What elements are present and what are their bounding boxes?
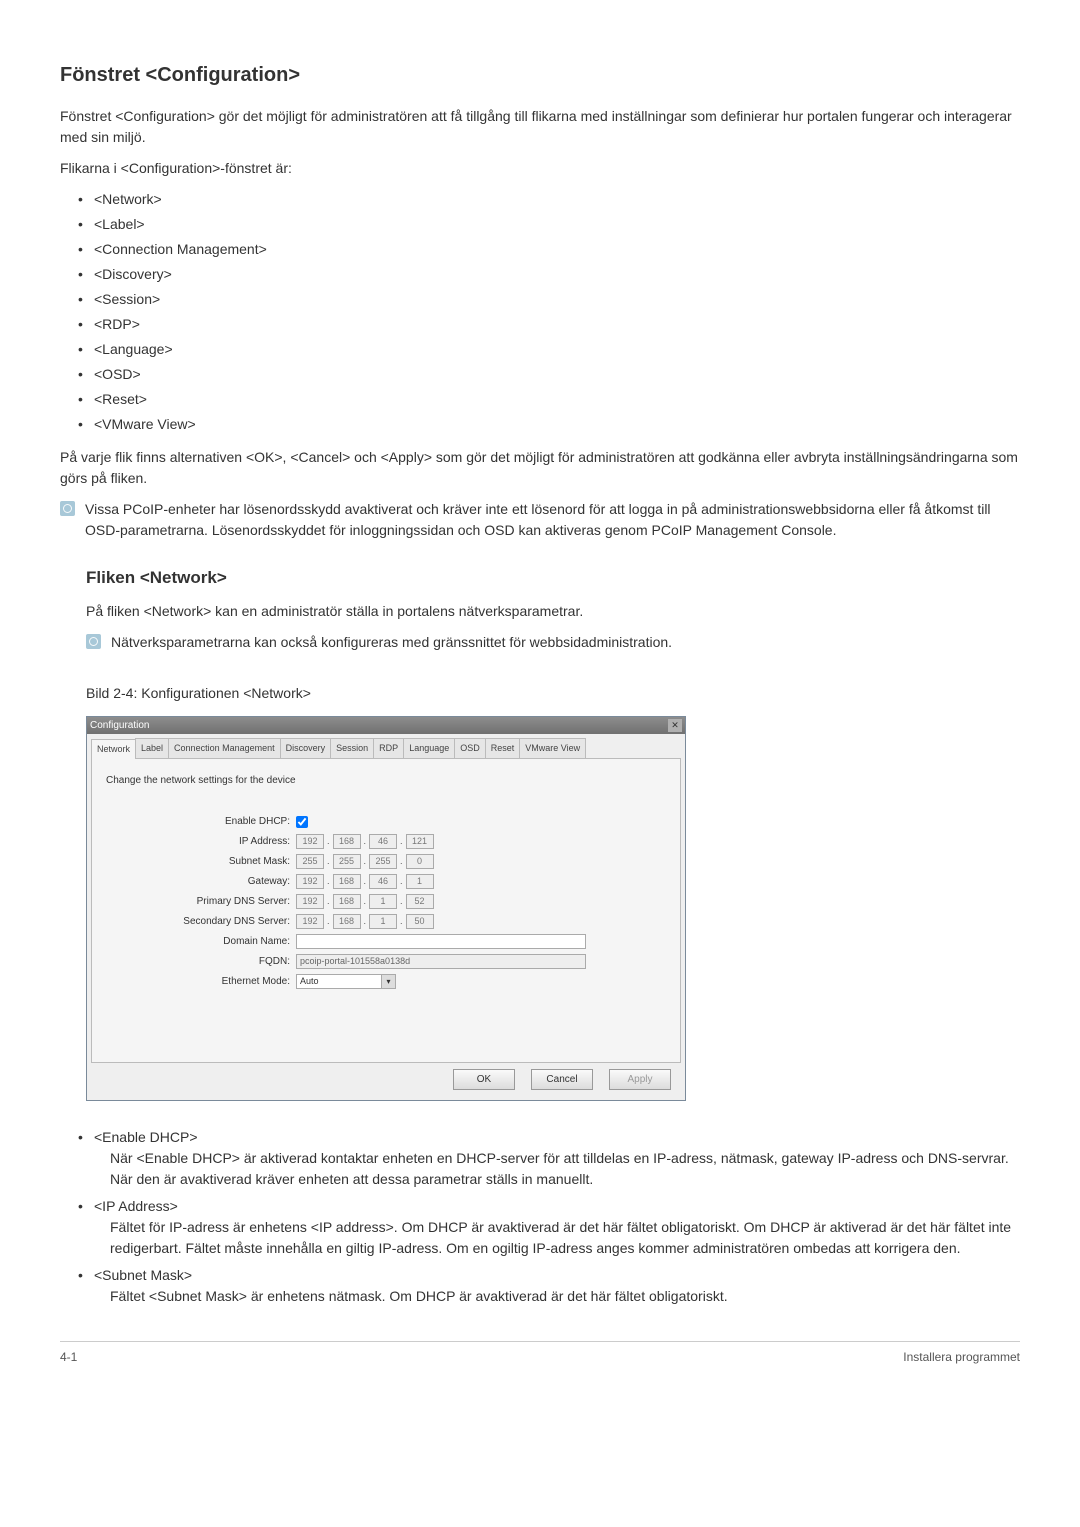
note-text: Vissa PCoIP-enheter har lösenordsskydd a… — [85, 499, 1020, 541]
pdns-octet[interactable]: 1 — [369, 894, 397, 909]
label-enable-dhcp: Enable DHCP: — [106, 814, 296, 829]
dialog-tabs: Network Label Connection Management Disc… — [91, 738, 681, 760]
list-item: <OSD> — [78, 364, 1020, 385]
network-intro: På fliken <Network> kan en administratör… — [86, 601, 1020, 622]
ip-octet[interactable]: 46 — [369, 834, 397, 849]
list-item: <Label> — [78, 214, 1020, 235]
list-item: <Language> — [78, 339, 1020, 360]
subnet-octet[interactable]: 255 — [369, 854, 397, 869]
network-heading: Fliken <Network> — [86, 565, 1020, 591]
tab-network[interactable]: Network — [91, 739, 136, 760]
label-ethernet: Ethernet Mode: — [106, 974, 296, 989]
field-term: <Subnet Mask> — [94, 1265, 1020, 1286]
pdns-octet[interactable]: 52 — [406, 894, 434, 909]
tab-language[interactable]: Language — [403, 738, 455, 759]
footer-right: Installera programmet — [903, 1348, 1020, 1366]
page-title: Fönstret <Configuration> — [60, 60, 1020, 90]
field-term: <IP Address> — [94, 1196, 1020, 1217]
field-desc: Fältet för IP-adress är enhetens <IP add… — [110, 1217, 1020, 1259]
label-pdns: Primary DNS Server: — [106, 894, 296, 909]
label-fqdn: FQDN: — [106, 954, 296, 969]
field-desc: Fältet <Subnet Mask> är enhetens nätmask… — [110, 1286, 1020, 1307]
ethernet-mode-value: Auto — [296, 974, 382, 989]
tabs-list: <Network> <Label> <Connection Management… — [60, 189, 1020, 435]
intro-paragraph-1: Fönstret <Configuration> gör det möjligt… — [60, 106, 1020, 148]
dialog-titlebar: Configuration ✕ — [87, 717, 685, 734]
field-item: <Enable DHCP> När <Enable DHCP> är aktiv… — [78, 1127, 1020, 1190]
label-domain: Domain Name: — [106, 934, 296, 949]
tab-vmware-view[interactable]: VMware View — [519, 738, 586, 759]
enable-dhcp-checkbox[interactable] — [296, 816, 308, 828]
ok-button[interactable]: OK — [453, 1069, 515, 1090]
field-item: <IP Address> Fältet för IP-adress är enh… — [78, 1196, 1020, 1259]
tab-session[interactable]: Session — [330, 738, 374, 759]
subnet-octet[interactable]: 0 — [406, 854, 434, 869]
tab-label[interactable]: Label — [135, 738, 169, 759]
list-item: <Reset> — [78, 389, 1020, 410]
cancel-button[interactable]: Cancel — [531, 1069, 593, 1090]
subnet-octet[interactable]: 255 — [333, 854, 361, 869]
note-icon — [60, 501, 75, 516]
list-item: <Network> — [78, 189, 1020, 210]
pdns-octet[interactable]: 168 — [333, 894, 361, 909]
list-item: <Connection Management> — [78, 239, 1020, 260]
sdns-octet[interactable]: 50 — [406, 914, 434, 929]
sdns-octet[interactable]: 192 — [296, 914, 324, 929]
page-footer: 4-1 Installera programmet — [60, 1341, 1020, 1366]
sdns-octet[interactable]: 168 — [333, 914, 361, 929]
note-icon — [86, 634, 101, 649]
label-ip: IP Address: — [106, 834, 296, 849]
tab-reset[interactable]: Reset — [485, 738, 521, 759]
dialog-description: Change the network settings for the devi… — [106, 773, 666, 788]
pdns-octet[interactable]: 192 — [296, 894, 324, 909]
field-descriptions: <Enable DHCP> När <Enable DHCP> är aktiv… — [60, 1127, 1020, 1307]
configuration-dialog: Configuration ✕ Network Label Connection… — [86, 716, 686, 1102]
domain-name-field[interactable] — [296, 934, 586, 949]
fqdn-field: pcoip-portal-101558a0138d — [296, 954, 586, 969]
gateway-octet[interactable]: 1 — [406, 874, 434, 889]
tab-osd[interactable]: OSD — [454, 738, 486, 759]
ip-octet[interactable]: 121 — [406, 834, 434, 849]
note-text: Nätverksparametrarna kan också konfigure… — [111, 632, 672, 653]
gateway-octet[interactable]: 46 — [369, 874, 397, 889]
gateway-octet[interactable]: 192 — [296, 874, 324, 889]
tab-connection-management[interactable]: Connection Management — [168, 738, 281, 759]
ip-octet[interactable]: 168 — [333, 834, 361, 849]
close-button[interactable]: ✕ — [668, 719, 682, 732]
field-item: <Subnet Mask> Fältet <Subnet Mask> är en… — [78, 1265, 1020, 1307]
dialog-title: Configuration — [90, 718, 149, 733]
note-box: Nätverksparametrarna kan också konfigure… — [86, 632, 1020, 653]
field-desc: När <Enable DHCP> är aktiverad kontaktar… — [110, 1148, 1020, 1190]
subnet-octet[interactable]: 255 — [296, 854, 324, 869]
list-item: <Discovery> — [78, 264, 1020, 285]
list-item: <RDP> — [78, 314, 1020, 335]
after-list-paragraph: På varje flik finns alternativen <OK>, <… — [60, 447, 1020, 489]
label-subnet: Subnet Mask: — [106, 854, 296, 869]
gateway-octet[interactable]: 168 — [333, 874, 361, 889]
field-term: <Enable DHCP> — [94, 1127, 1020, 1148]
list-item: <VMware View> — [78, 414, 1020, 435]
tab-rdp[interactable]: RDP — [373, 738, 404, 759]
label-sdns: Secondary DNS Server: — [106, 914, 296, 929]
ethernet-mode-select[interactable]: Auto ▾ — [296, 974, 396, 989]
note-box: Vissa PCoIP-enheter har lösenordsskydd a… — [60, 499, 1020, 541]
ip-octet[interactable]: 192 — [296, 834, 324, 849]
chevron-down-icon[interactable]: ▾ — [382, 974, 396, 989]
intro-paragraph-2: Flikarna i <Configuration>-fönstret är: — [60, 158, 1020, 179]
sdns-octet[interactable]: 1 — [369, 914, 397, 929]
figure-caption: Bild 2-4: Konfigurationen <Network> — [86, 683, 1020, 704]
label-gateway: Gateway: — [106, 874, 296, 889]
apply-button[interactable]: Apply — [609, 1069, 671, 1090]
tab-discovery[interactable]: Discovery — [280, 738, 332, 759]
list-item: <Session> — [78, 289, 1020, 310]
footer-left: 4-1 — [60, 1348, 77, 1366]
